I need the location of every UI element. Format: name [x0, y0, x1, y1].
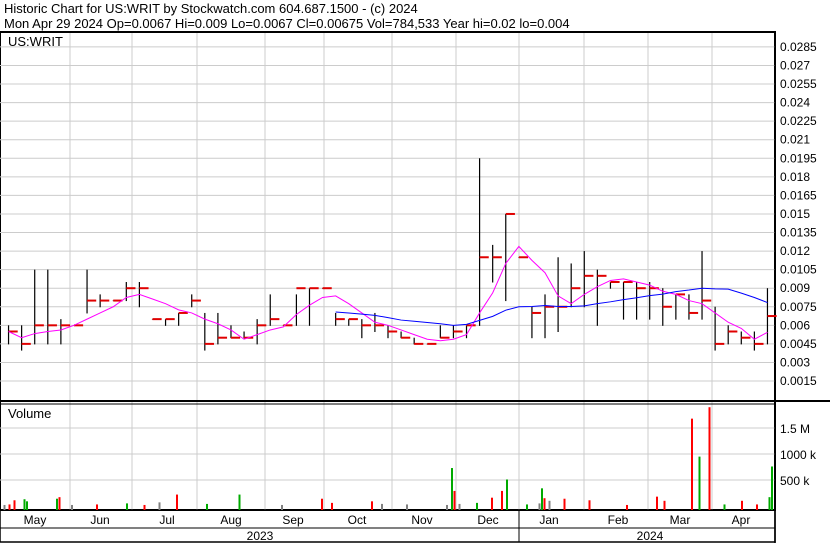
month-label: Jun — [90, 513, 109, 527]
chart-window: Historic Chart for US:WRIT by Stockwatch… — [0, 0, 830, 543]
y-tick-label: 0.0075 — [780, 300, 817, 314]
y-tick-label: 0.0255 — [780, 77, 817, 91]
month-label: Oct — [348, 513, 367, 527]
volume-label: Volume — [8, 406, 51, 421]
symbol-label: US:WRIT — [8, 34, 63, 49]
year-label: 2024 — [637, 529, 664, 543]
month-label: Aug — [220, 513, 241, 527]
month-label: Dec — [477, 513, 498, 527]
y-tick-label: 0.0165 — [780, 188, 817, 202]
y-tick-label: 0.021 — [780, 133, 810, 147]
month-label: Jan — [539, 513, 558, 527]
month-label: Nov — [411, 513, 432, 527]
y-tick-label: 0.0225 — [780, 114, 817, 128]
volume-tick-label: 1000 k — [780, 448, 817, 462]
month-label: Jul — [159, 513, 174, 527]
plot-frame — [0, 31, 776, 511]
volume-tick-label: 1.5 M — [780, 422, 810, 436]
month-label: Mar — [670, 513, 691, 527]
year-label: 2023 — [247, 529, 274, 543]
volume-tick-label: 500 k — [780, 474, 810, 488]
month-label: May — [24, 513, 47, 527]
y-tick-label: 0.012 — [780, 244, 810, 258]
y-tick-label: 0.0285 — [780, 40, 817, 54]
month-label: Sep — [282, 513, 304, 527]
y-tick-label: 0.006 — [780, 318, 810, 332]
y-tick-label: 0.0015 — [780, 374, 817, 388]
y-tick-label: 0.003 — [780, 355, 810, 369]
month-label: Apr — [732, 513, 751, 527]
y-tick-label: 0.015 — [780, 207, 810, 221]
y-tick-label: 0.024 — [780, 96, 810, 110]
y-tick-label: 0.018 — [780, 170, 810, 184]
y-tick-label: 0.009 — [780, 281, 810, 295]
y-tick-label: 0.0135 — [780, 226, 817, 240]
stock-chart: US:WRIT Volume 0.0285 0.027 0.0255 0.024 0.0… — [0, 31, 830, 543]
y-tick-label: 0.027 — [780, 58, 810, 72]
y-tick-label: 0.0195 — [780, 151, 817, 165]
y-tick-label: 0.0045 — [780, 337, 817, 351]
month-label: Feb — [608, 513, 629, 527]
y-tick-label: 0.0105 — [780, 263, 817, 277]
